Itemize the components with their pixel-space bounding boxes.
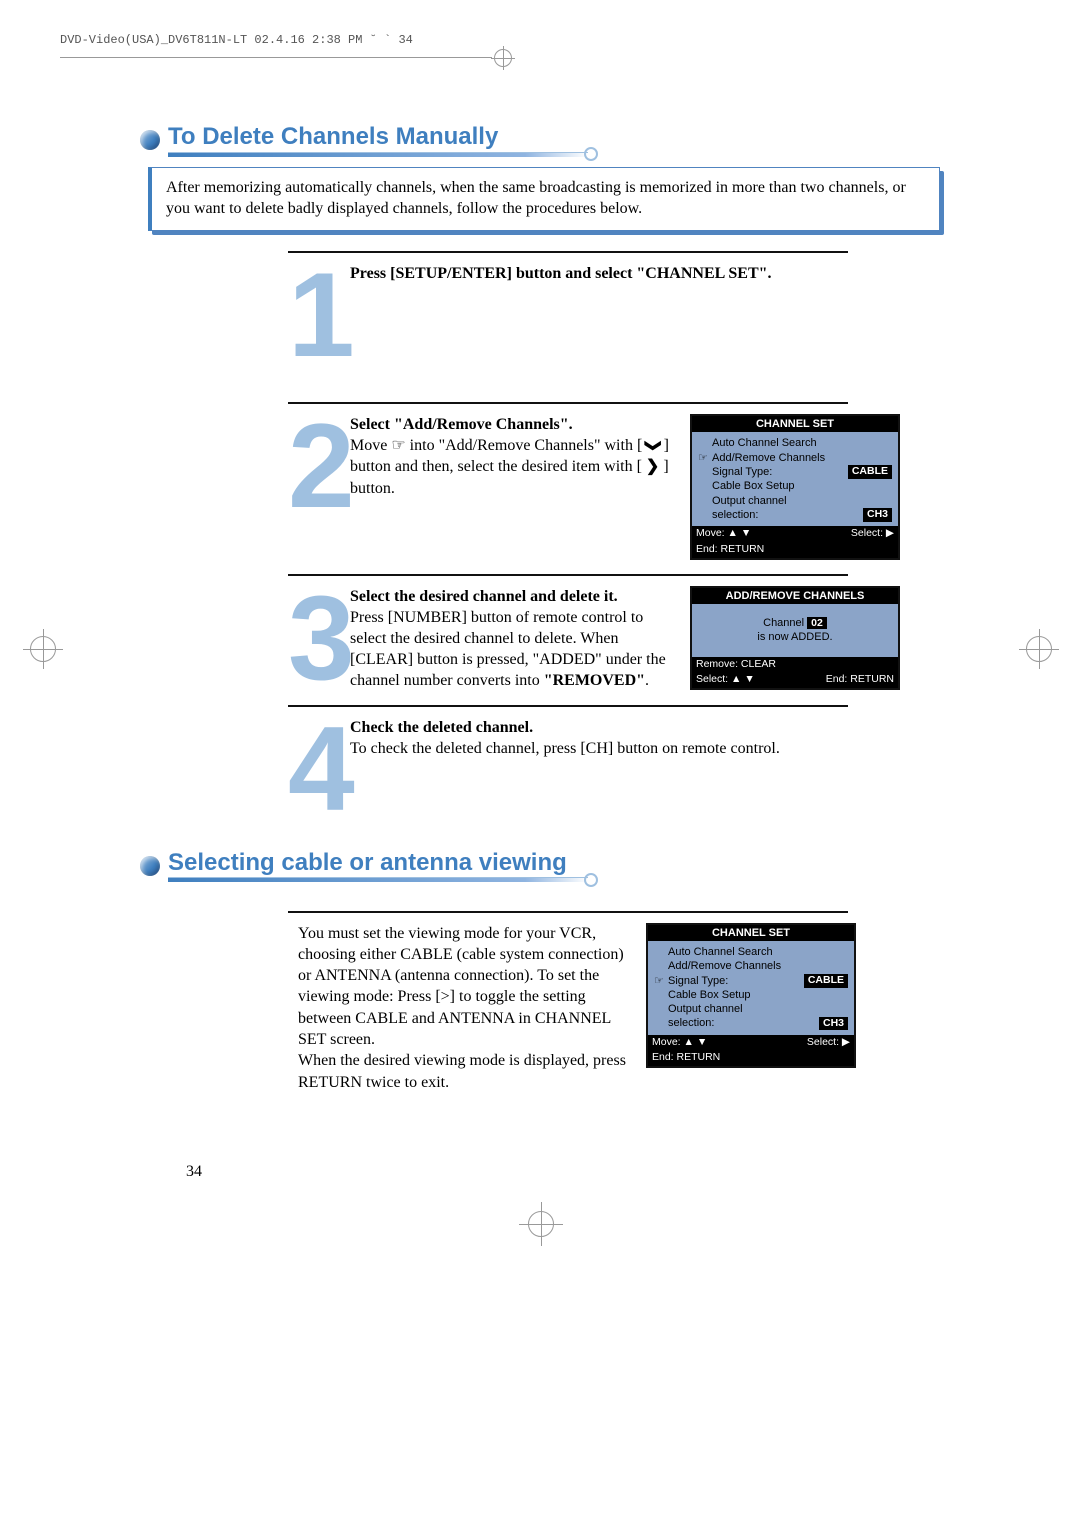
section2-title: Selecting cable or antenna viewing <box>160 849 567 877</box>
menu-item: Output channel <box>712 494 892 508</box>
channel-set-screen: CHANNEL SET Auto Channel Search ☞Add/Rem… <box>690 414 900 559</box>
heading-cap-icon <box>584 873 598 887</box>
step4-body: To check the deleted channel, press [CH]… <box>350 740 780 757</box>
status-added: is now ADDED. <box>757 631 832 643</box>
footer-select: Select: ▲ ▼ <box>696 673 755 687</box>
crop-mark-top <box>60 51 1020 63</box>
step2-title: Select "Add/Remove Channels". <box>350 416 573 433</box>
screen-titlebar: ADD/REMOVE CHANNELS <box>692 588 898 604</box>
step-divider <box>288 705 848 707</box>
menu-item-selected: Signal Type: <box>668 974 804 988</box>
screen-titlebar: CHANNEL SET <box>648 925 854 941</box>
menu-item: Auto Channel Search <box>712 436 892 450</box>
down-icon: ❯ <box>642 439 663 452</box>
register-mark-bottom <box>528 1211 552 1251</box>
heading-rule <box>168 877 588 882</box>
value-badge: CABLE <box>848 465 892 479</box>
step-number-2: 2 <box>288 420 346 514</box>
addremove-screen: ADD/REMOVE CHANNELS Channel 02 is now AD… <box>690 586 900 691</box>
step-number-1: 1 <box>288 269 346 363</box>
footer-select: Select: ▶ <box>851 527 894 541</box>
cable-antenna-block: You must set the viewing mode for your V… <box>140 923 940 1093</box>
pointer-icon: ☞ <box>654 974 668 988</box>
menu-item: selection: <box>668 1016 819 1030</box>
channel-set-screen-2: CHANNEL SET Auto Channel Search Add/Remo… <box>646 923 856 1068</box>
footer-end: End: RETURN <box>696 543 764 557</box>
step-divider <box>288 911 848 913</box>
step-1: 1 Press [SETUP/ENTER] button and select … <box>288 263 940 363</box>
step-number-3: 3 <box>288 592 346 686</box>
register-mark-right <box>1026 636 1050 660</box>
footer-end: End: RETURN <box>826 673 894 687</box>
bullet-icon <box>140 856 160 876</box>
step-divider <box>288 402 848 404</box>
footer-select: Select: ▶ <box>807 1036 850 1050</box>
channel-label: Channel <box>763 617 807 629</box>
step3-title: Select the desired channel and delete it… <box>350 588 618 605</box>
section1-title: To Delete Channels Manually <box>160 123 498 151</box>
value-badge: CH3 <box>819 1017 848 1031</box>
menu-item: Signal Type: <box>712 465 848 479</box>
print-header: DVD-Video(USA)_DV6T811N-LT 02.4.16 2:38 … <box>60 33 413 51</box>
heading-rule <box>168 152 588 157</box>
menu-item: Cable Box Setup <box>712 479 892 493</box>
footer-end: End: RETURN <box>652 1051 720 1065</box>
menu-item: Output channel <box>668 1002 848 1016</box>
intro-box: After memorizing automatically channels,… <box>148 167 940 231</box>
step-divider <box>288 574 848 576</box>
removed-word: "REMOVED" <box>544 672 645 689</box>
step4-title: Check the deleted channel. <box>350 719 533 736</box>
menu-item-selected: Add/Remove Channels <box>712 451 892 465</box>
menu-item: Add/Remove Channels <box>668 959 848 973</box>
step-number-4: 4 <box>288 723 346 817</box>
register-mark-left <box>30 636 54 660</box>
heading-cap-icon <box>584 147 598 161</box>
step-2: 2 Select "Add/Remove Channels". Move ☞ i… <box>288 414 940 559</box>
footer-remove: Remove: CLEAR <box>696 658 776 672</box>
menu-item: Auto Channel Search <box>668 945 848 959</box>
menu-item: Cable Box Setup <box>668 988 848 1002</box>
screen-titlebar: CHANNEL SET <box>692 416 898 432</box>
pointer-icon: ☞ <box>698 451 712 465</box>
footer-move: Move: ▲ ▼ <box>696 527 751 541</box>
step1-title: Press [SETUP/ENTER] button and select "C… <box>350 265 772 282</box>
step-3: 3 Select the desired channel and delete … <box>288 586 940 692</box>
page-number: 34 <box>186 1163 940 1181</box>
intro-text: After memorizing automatically channels,… <box>148 167 940 231</box>
step-divider <box>288 251 848 253</box>
step-4: 4 Check the deleted channel. To check th… <box>288 717 940 817</box>
value-badge: CABLE <box>804 974 848 988</box>
menu-item: selection: <box>712 508 863 522</box>
bullet-icon <box>140 130 160 150</box>
right-icon: ❯ <box>646 458 659 475</box>
step2-body-a: Move ☞ into "Add/Remove Channels" with [ <box>350 437 646 454</box>
footer-move: Move: ▲ ▼ <box>652 1036 707 1050</box>
cable-body: You must set the viewing mode for your V… <box>298 923 628 1093</box>
value-badge: CH3 <box>863 508 892 522</box>
channel-number: 02 <box>807 617 827 629</box>
